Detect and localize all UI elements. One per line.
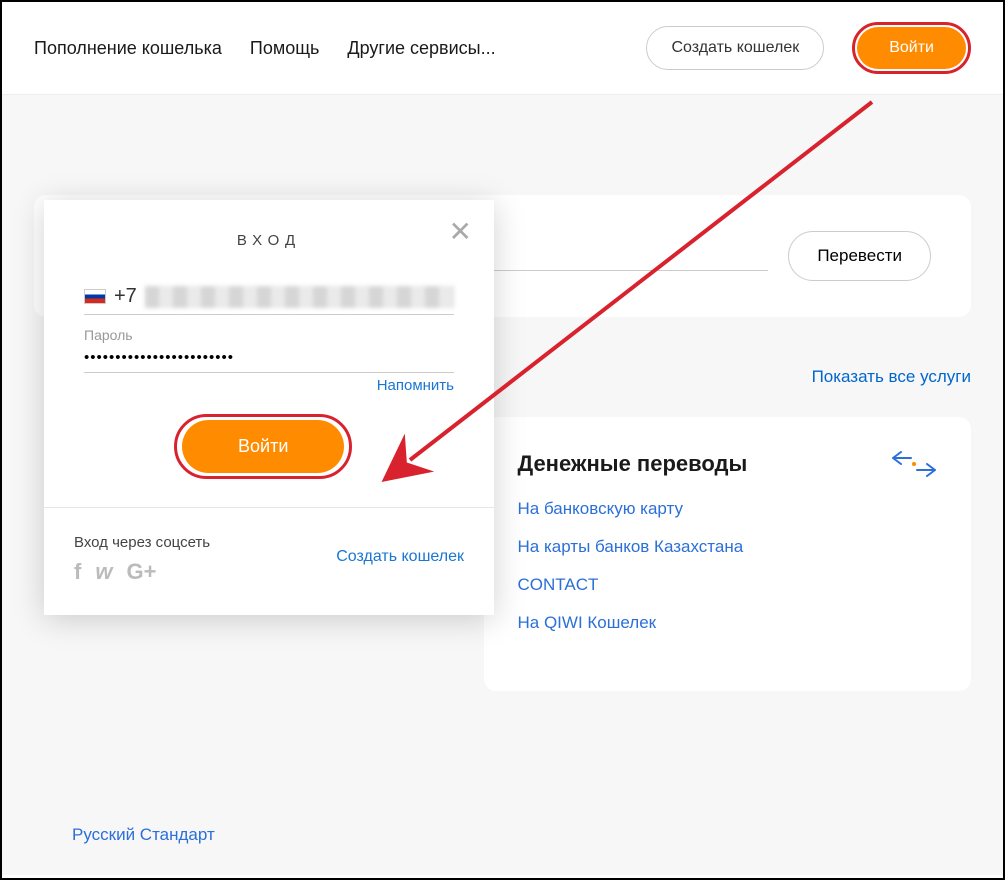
create-wallet-link[interactable]: Создать кошелек (336, 548, 464, 566)
bank-link-russian-standard[interactable]: Русский Стандарт (72, 825, 215, 845)
password-label: Пароль (84, 327, 454, 343)
create-wallet-button[interactable]: Создать кошелек (646, 26, 824, 70)
vk-icon[interactable]: w (95, 559, 112, 585)
annotation-highlight-login-header: Войти (852, 22, 971, 74)
password-field[interactable]: •••••••••••••••••••••••• (84, 343, 454, 373)
phone-prefix: +7 (114, 285, 137, 308)
login-button-header[interactable]: Войти (857, 27, 966, 69)
login-title: ВХОД (84, 232, 454, 249)
login-modal: ✕ ВХОД +7 Пароль •••••••••••••••••••••••… (44, 200, 494, 615)
transfer-button[interactable]: Перевести (788, 231, 931, 281)
header: Пополнение кошелька Помощь Другие сервис… (2, 2, 1003, 95)
flag-ru-icon (84, 289, 106, 304)
google-plus-icon[interactable]: G+ (126, 559, 156, 585)
money-transfers-title: Денежные переводы (518, 451, 938, 477)
login-footer: Вход через соцсеть f w G+ Создать кошеле… (44, 507, 494, 615)
transfer-link-contact[interactable]: CONTACT (518, 575, 938, 595)
login-submit-button[interactable]: Войти (182, 420, 344, 473)
remind-link[interactable]: Напомнить (84, 377, 454, 394)
transfer-link-qiwi[interactable]: На QIWI Кошелек (518, 613, 938, 633)
money-transfers-box: Денежные переводы На банковскую карту На… (484, 417, 972, 691)
phone-field[interactable]: +7 (84, 279, 454, 315)
annotation-highlight-login-submit: Войти (174, 414, 352, 479)
transfer-arrows-icon (891, 451, 937, 482)
social-login-title: Вход через соцсеть (74, 534, 210, 551)
show-all-link[interactable]: Показать все услуги (812, 367, 971, 386)
nav-topup[interactable]: Пополнение кошелька (34, 38, 222, 59)
transfer-link-kz[interactable]: На карты банков Казахстана (518, 537, 938, 557)
close-icon[interactable]: ✕ (449, 218, 472, 246)
nav-help[interactable]: Помощь (250, 38, 320, 59)
transfer-link-card[interactable]: На банковскую карту (518, 499, 938, 519)
facebook-icon[interactable]: f (74, 559, 81, 585)
phone-value-redacted (145, 286, 454, 308)
nav-other-services[interactable]: Другие сервисы... (347, 38, 495, 59)
